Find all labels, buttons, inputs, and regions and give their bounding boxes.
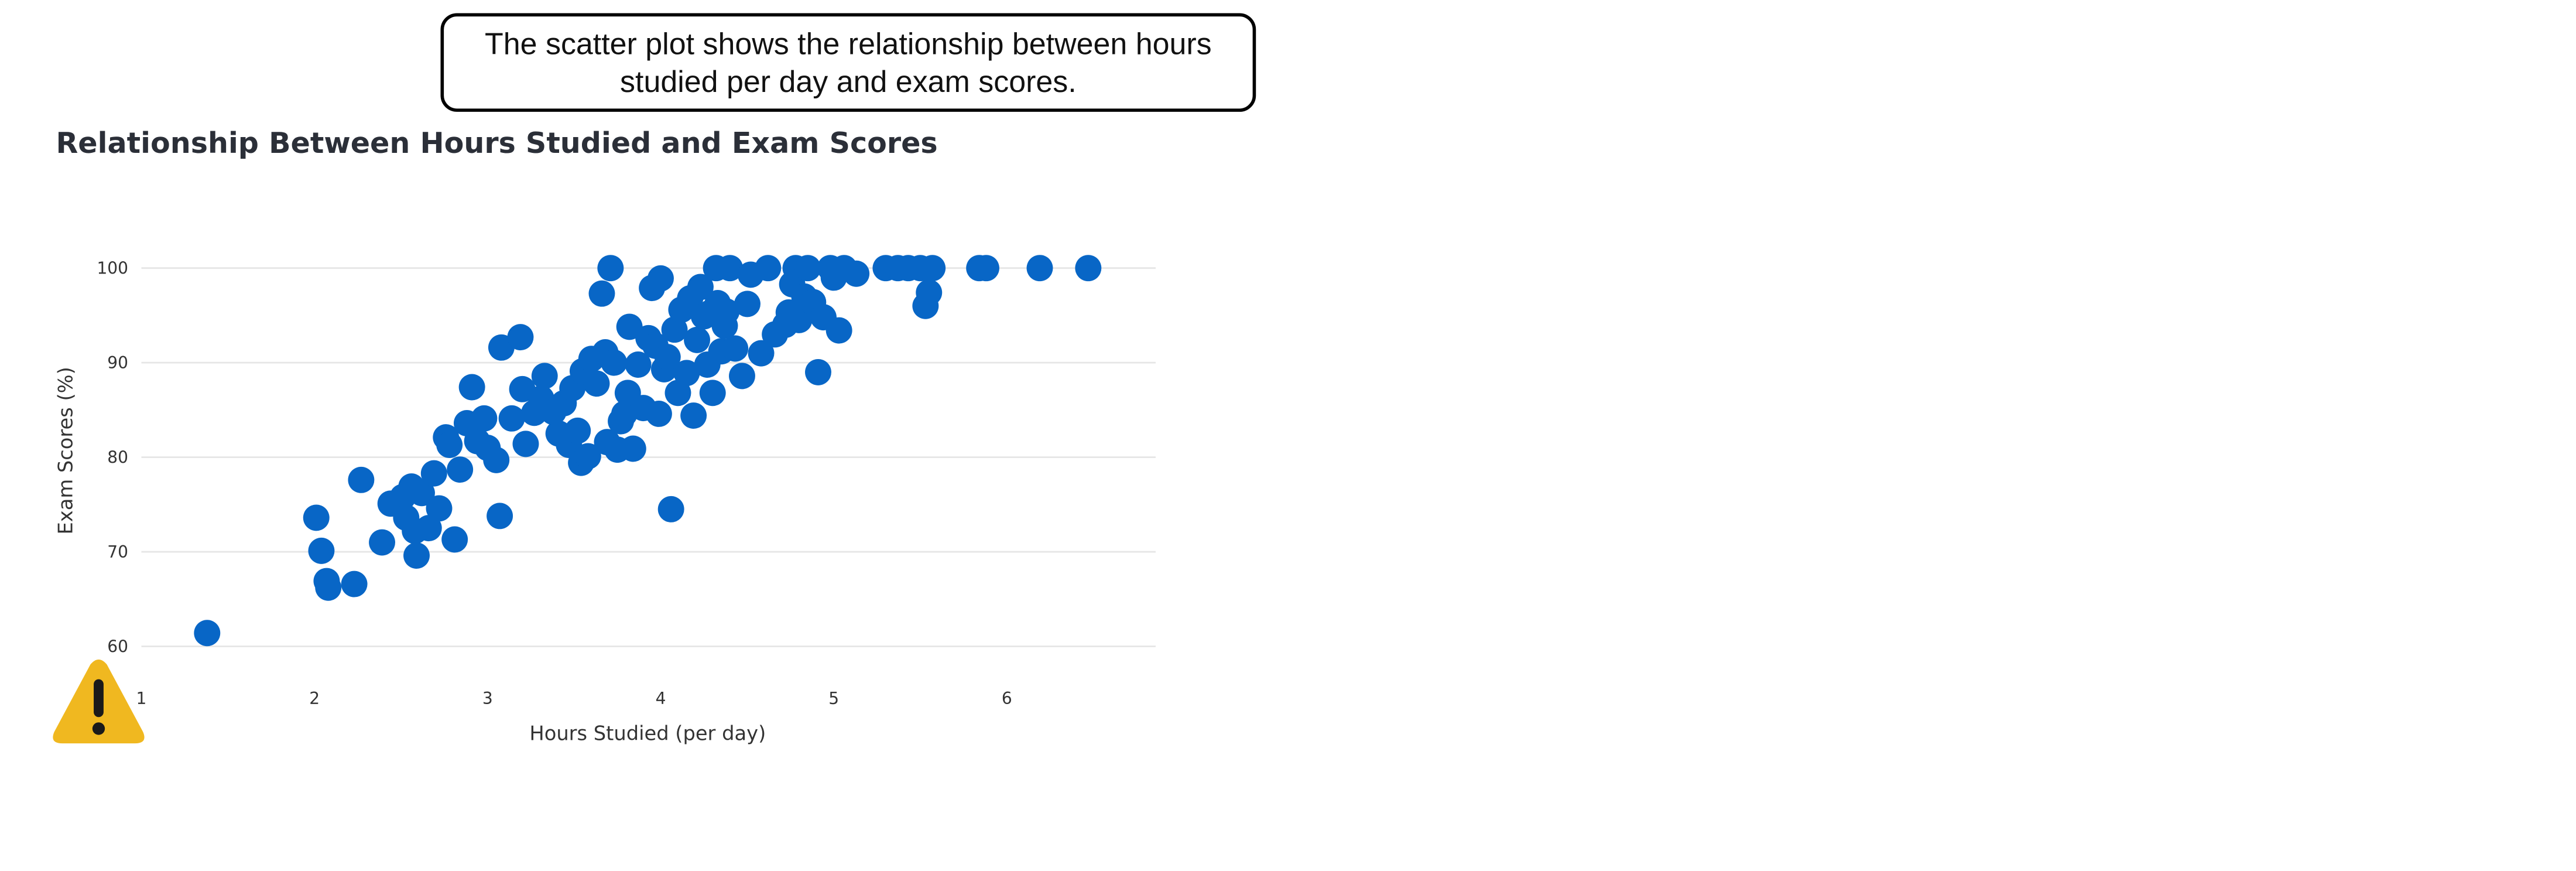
x-tick-label: 3 <box>482 689 493 708</box>
data-point <box>564 417 591 444</box>
data-point <box>308 537 335 564</box>
data-point <box>601 349 628 376</box>
x-tick-label: 4 <box>656 689 666 708</box>
data-point <box>512 431 539 457</box>
data-point <box>441 526 468 553</box>
data-point <box>794 255 821 282</box>
data-point <box>916 279 943 306</box>
data-point <box>458 374 485 401</box>
data-point <box>436 432 463 459</box>
data-point <box>348 466 375 493</box>
x-axis-ticks: 123456 <box>136 689 1012 708</box>
grid-lines <box>141 267 1156 647</box>
data-point <box>734 291 761 317</box>
data-point <box>369 529 396 556</box>
data-point <box>498 405 525 432</box>
x-axis-label: Hours Studied (per day) <box>529 722 766 745</box>
x-tick-label: 2 <box>309 689 320 708</box>
data-points <box>194 255 1102 647</box>
data-point <box>194 620 221 647</box>
data-point <box>341 571 368 597</box>
data-point <box>583 370 610 397</box>
scatter-plot: 60708090100 123456 Hours Studied (per da… <box>54 255 1156 745</box>
data-point <box>597 255 624 282</box>
y-tick-label: 100 <box>97 259 128 278</box>
data-point <box>755 255 782 282</box>
x-tick-label: 5 <box>828 689 839 708</box>
data-point <box>843 260 870 287</box>
data-point <box>1075 255 1102 282</box>
data-point <box>487 503 513 530</box>
data-point <box>426 495 453 522</box>
data-point <box>657 496 684 522</box>
data-point <box>588 280 615 307</box>
x-tick-label: 6 <box>1002 689 1012 708</box>
data-point <box>645 401 672 427</box>
data-point <box>680 402 707 429</box>
data-point <box>531 363 558 390</box>
data-point <box>619 435 646 462</box>
data-point <box>805 358 831 385</box>
data-point <box>447 456 474 483</box>
data-point <box>825 317 852 344</box>
data-point <box>507 324 534 351</box>
data-point <box>722 335 749 362</box>
data-point <box>315 574 342 601</box>
y-axis-ticks: 60 70 80 90 100 <box>97 259 128 657</box>
data-point <box>729 363 755 390</box>
data-point <box>303 504 330 531</box>
data-point <box>684 326 711 353</box>
data-point <box>420 460 447 487</box>
y-tick-label: 70 <box>107 542 128 562</box>
data-point <box>483 446 510 473</box>
y-axis-label: Exam Scores (%) <box>54 367 77 534</box>
data-point <box>972 255 999 282</box>
chart-stage: The scatter plot shows the relationship … <box>0 0 2576 870</box>
data-point <box>648 265 674 292</box>
y-tick-label: 60 <box>107 637 128 656</box>
y-tick-label: 80 <box>107 448 128 467</box>
data-point <box>1026 255 1053 282</box>
data-point <box>699 380 726 407</box>
data-point <box>403 542 430 569</box>
data-point <box>919 255 946 282</box>
data-point <box>471 405 498 432</box>
y-tick-label: 90 <box>107 353 128 373</box>
warning-icon <box>53 659 145 744</box>
